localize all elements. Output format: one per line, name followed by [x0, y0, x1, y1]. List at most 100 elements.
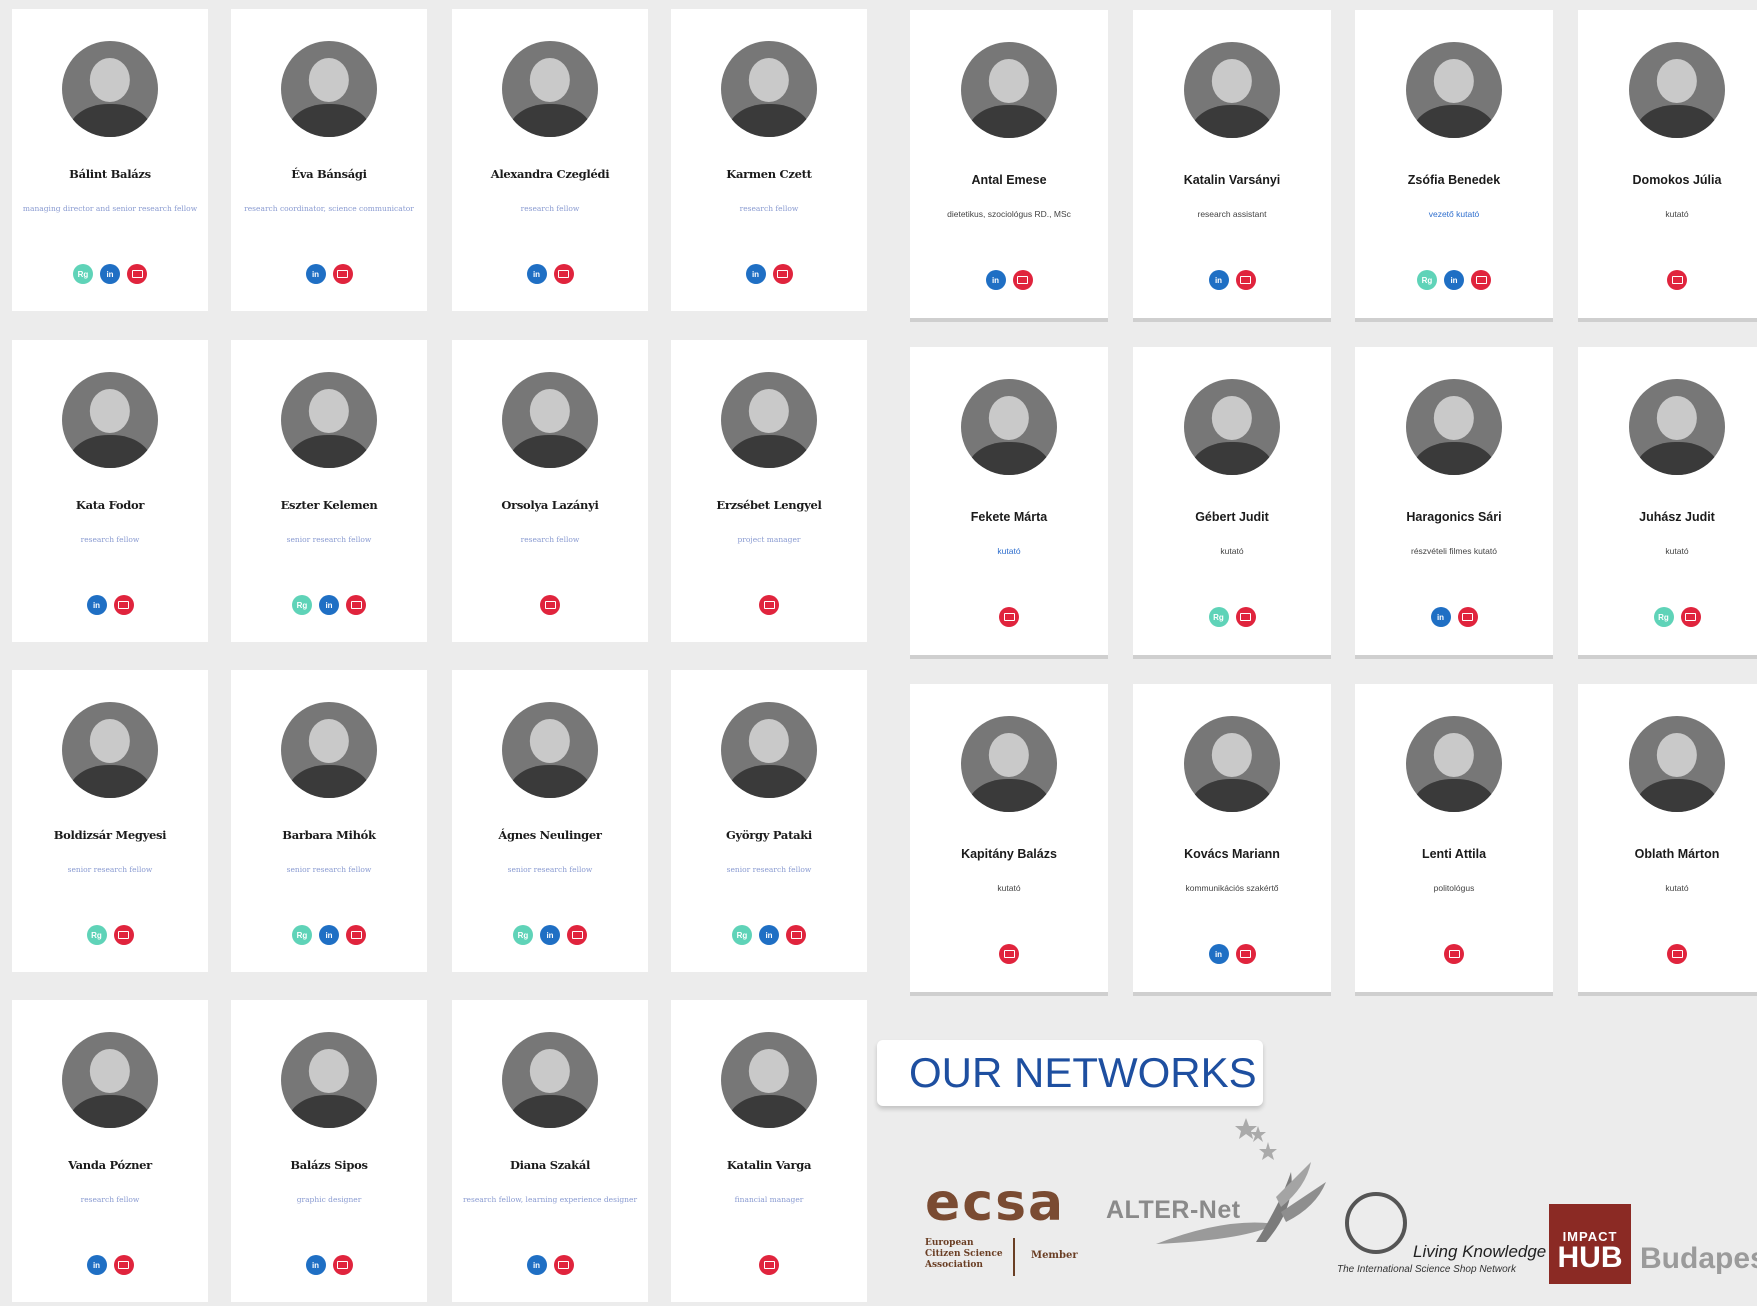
- team-member-card[interactable]: Fekete Márta kutató: [910, 347, 1108, 659]
- researchgate-icon[interactable]: Rg: [1208, 607, 1229, 627]
- email-icon[interactable]: [540, 595, 560, 615]
- member-name[interactable]: Gébert Judit: [1139, 510, 1325, 524]
- team-member-card[interactable]: Orsolya Lazányi research fellow: [452, 340, 648, 642]
- email-icon[interactable]: [1471, 270, 1491, 290]
- team-member-card[interactable]: Haragonics Sári részvételi filmes kutató i…: [1355, 347, 1553, 659]
- linkedin-icon[interactable]: in: [526, 264, 547, 284]
- member-name[interactable]: György Pataki: [677, 828, 861, 842]
- member-name[interactable]: Lenti Attila: [1361, 847, 1547, 861]
- member-name[interactable]: Antal Emese: [916, 173, 1102, 187]
- team-member-card[interactable]: Katalin Varsányi research assistant in: [1133, 10, 1331, 322]
- linkedin-icon[interactable]: in: [319, 925, 339, 945]
- team-member-card[interactable]: Erzsébet Lengyel project manager: [671, 340, 867, 642]
- member-name[interactable]: Eszter Kelemen: [237, 498, 421, 512]
- member-name[interactable]: Karmen Czett: [677, 167, 861, 181]
- avatar[interactable]: [721, 41, 817, 137]
- researchgate-icon[interactable]: Rg: [73, 264, 93, 284]
- avatar[interactable]: [502, 372, 598, 468]
- member-name[interactable]: Balázs Sipos: [237, 1158, 421, 1172]
- avatar[interactable]: [1406, 379, 1502, 475]
- email-icon[interactable]: [346, 925, 366, 945]
- member-name[interactable]: Éva Bánsági: [237, 167, 421, 181]
- avatar[interactable]: [502, 1032, 598, 1128]
- team-member-card[interactable]: Gébert Judit kutató Rg: [1133, 347, 1331, 659]
- avatar[interactable]: [961, 42, 1057, 138]
- linkedin-icon[interactable]: in: [759, 925, 779, 945]
- email-icon[interactable]: [1235, 270, 1256, 290]
- researchgate-icon[interactable]: Rg: [292, 925, 312, 945]
- alternet-logo[interactable]: ALTER-Net: [1106, 1112, 1326, 1252]
- avatar[interactable]: [1406, 716, 1502, 812]
- email-icon[interactable]: [567, 925, 587, 945]
- researchgate-icon[interactable]: Rg: [1653, 607, 1674, 627]
- linkedin-icon[interactable]: in: [1208, 944, 1229, 964]
- ecsa-logo[interactable]: ecsa European Citizen Science Associatio…: [925, 1177, 1078, 1276]
- team-member-card[interactable]: Oblath Márton kutató: [1578, 684, 1757, 996]
- team-member-card[interactable]: Kata Fodor research fellow in: [12, 340, 208, 642]
- email-icon[interactable]: [332, 1255, 353, 1275]
- team-member-card[interactable]: Barbara Mihók senior research fellow Rg in: [231, 670, 427, 972]
- email-icon[interactable]: [1444, 944, 1464, 964]
- member-name[interactable]: Ágnes Neulinger: [458, 828, 642, 842]
- email-icon[interactable]: [127, 264, 147, 284]
- email-icon[interactable]: [113, 1255, 134, 1275]
- email-icon[interactable]: [1667, 270, 1687, 290]
- linkedin-icon[interactable]: in: [540, 925, 560, 945]
- avatar[interactable]: [1629, 379, 1725, 475]
- member-name[interactable]: Boldizsár Megyesi: [18, 828, 202, 842]
- avatar[interactable]: [721, 702, 817, 798]
- member-name[interactable]: Katalin Varsányi: [1139, 173, 1325, 187]
- member-name[interactable]: Fekete Márta: [916, 510, 1102, 524]
- member-name[interactable]: Juhász Judit: [1584, 510, 1757, 524]
- researchgate-icon[interactable]: Rg: [86, 925, 107, 945]
- avatar[interactable]: [1629, 42, 1725, 138]
- email-icon[interactable]: [1680, 607, 1701, 627]
- avatar[interactable]: [281, 1032, 377, 1128]
- email-icon[interactable]: [1667, 944, 1687, 964]
- team-member-card[interactable]: Alexandra Czeglédi research fellow in: [452, 9, 648, 311]
- linkedin-icon[interactable]: in: [1208, 270, 1229, 290]
- email-icon[interactable]: [1235, 944, 1256, 964]
- member-name[interactable]: Domokos Júlia: [1584, 173, 1757, 187]
- linkedin-icon[interactable]: in: [1430, 607, 1451, 627]
- team-member-card[interactable]: Juhász Judit kutató Rg: [1578, 347, 1757, 659]
- avatar[interactable]: [1184, 379, 1280, 475]
- email-icon[interactable]: [1235, 607, 1256, 627]
- member-name[interactable]: Bálint Balázs: [18, 167, 202, 181]
- avatar[interactable]: [281, 702, 377, 798]
- researchgate-icon[interactable]: Rg: [292, 595, 312, 615]
- team-member-card[interactable]: Boldizsár Megyesi senior research fellow R…: [12, 670, 208, 972]
- linkedin-icon[interactable]: in: [305, 264, 326, 284]
- researchgate-icon[interactable]: Rg: [732, 925, 752, 945]
- member-name[interactable]: Orsolya Lazányi: [458, 498, 642, 512]
- avatar[interactable]: [721, 372, 817, 468]
- email-icon[interactable]: [759, 1255, 779, 1275]
- team-member-card[interactable]: Bálint Balázs managing director and senio…: [12, 9, 208, 311]
- avatar[interactable]: [1406, 42, 1502, 138]
- linkedin-icon[interactable]: in: [745, 264, 766, 284]
- linkedin-icon[interactable]: in: [526, 1255, 547, 1275]
- team-member-card[interactable]: Diana Szakál research fellow, learning ex…: [452, 1000, 648, 1302]
- avatar[interactable]: [281, 372, 377, 468]
- linkedin-icon[interactable]: in: [100, 264, 120, 284]
- team-member-card[interactable]: Kapitány Balázs kutató: [910, 684, 1108, 996]
- team-member-card[interactable]: Ágnes Neulinger senior research fellow Rg i…: [452, 670, 648, 972]
- researchgate-icon[interactable]: Rg: [513, 925, 533, 945]
- email-icon[interactable]: [759, 595, 779, 615]
- member-name[interactable]: Zsófia Benedek: [1361, 173, 1547, 187]
- team-member-card[interactable]: Karmen Czett research fellow in: [671, 9, 867, 311]
- avatar[interactable]: [502, 702, 598, 798]
- member-role[interactable]: kutató: [920, 545, 1098, 558]
- avatar[interactable]: [62, 41, 158, 137]
- member-name[interactable]: Kapitány Balázs: [916, 847, 1102, 861]
- email-icon[interactable]: [346, 595, 366, 615]
- avatar[interactable]: [281, 41, 377, 137]
- avatar[interactable]: [1184, 716, 1280, 812]
- linkedin-icon[interactable]: in: [319, 595, 339, 615]
- linkedin-icon[interactable]: in: [86, 595, 107, 615]
- linkedin-icon[interactable]: in: [305, 1255, 326, 1275]
- linkedin-icon[interactable]: in: [1444, 270, 1464, 290]
- avatar[interactable]: [62, 372, 158, 468]
- impact-hub-logo[interactable]: IMPACT HUB Budapes: [1549, 1204, 1757, 1284]
- linkedin-icon[interactable]: in: [985, 270, 1006, 290]
